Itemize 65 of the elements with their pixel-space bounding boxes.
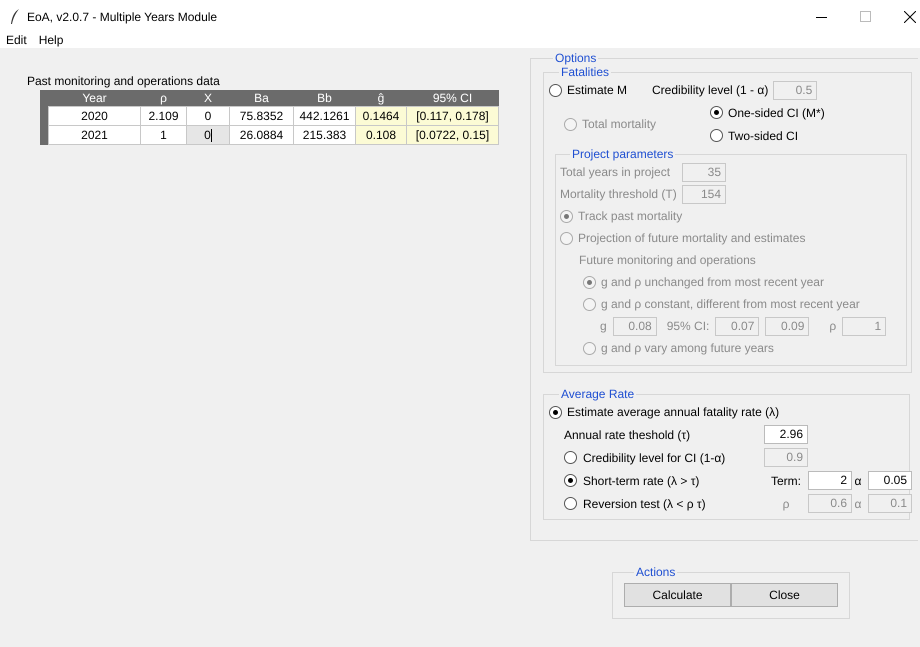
group-title: Options [554, 51, 598, 65]
option-label: Total mortality [582, 117, 656, 131]
option-label: Credibility level for CI (1-α) [583, 450, 726, 464]
table-cell[interactable]: 1 [140, 126, 186, 144]
radio-button[interactable] [564, 474, 577, 487]
input-field[interactable]: 2.96 [764, 425, 808, 444]
table-cell: [0.117, 0.178] [406, 106, 498, 126]
group-title: Average Rate [560, 387, 636, 401]
table-cell: 0.1464 [356, 106, 406, 126]
column-header: Bb [294, 90, 356, 106]
group-title: Project parameters [571, 147, 674, 161]
table-cell[interactable]: 215.383 [294, 126, 356, 144]
option-label: Track past mortality [578, 209, 682, 223]
radio-button[interactable] [564, 497, 577, 510]
menu-item[interactable]: Help [38, 33, 64, 47]
group-title: Actions [635, 565, 676, 579]
option-label: One-sided CI (M*) [728, 106, 825, 120]
field-label: Term: [770, 474, 802, 488]
radio-button[interactable] [549, 84, 562, 96]
input-field[interactable]: 2 [808, 471, 852, 490]
input-field[interactable]: 0.05 [868, 471, 912, 490]
column-header: ĝ [356, 90, 406, 106]
table-cell: [0.0722, 0.15] [406, 126, 498, 144]
table-cell[interactable]: 0 [186, 126, 230, 144]
field-label: ρ [782, 496, 790, 510]
table-cell[interactable]: 26.0884 [230, 126, 294, 144]
close-icon[interactable] [904, 10, 916, 22]
option-label: Short-term rate (λ > τ) [583, 474, 700, 488]
option-label: g and ρ unchanged from most recent year [601, 275, 824, 289]
table-cell[interactable]: 2020 [48, 106, 140, 126]
table-cell[interactable]: 442.1261 [294, 106, 356, 126]
field-label: g [600, 319, 607, 333]
option-label: Estimate average annual fatality rate (λ) [567, 405, 780, 419]
field-label: 95% CI: [666, 319, 710, 333]
field-label: α [854, 496, 862, 510]
field-label: Credibility level (1 - α) [652, 83, 768, 97]
table-cell[interactable]: 2021 [48, 126, 140, 144]
table-cell[interactable]: 0 [186, 106, 230, 126]
group-title: Fatalities [560, 65, 610, 79]
option-label: g and ρ constant, different from most recent year [601, 297, 860, 311]
field-label: Mortality threshold (T) [560, 187, 677, 201]
radio-button[interactable] [564, 451, 577, 464]
option-label: Reversion test (λ < ρ τ) [583, 496, 706, 510]
field-label: α [854, 474, 862, 488]
field-label: Annual rate theshold (τ) [564, 428, 692, 442]
feather-icon [10, 8, 20, 24]
window-title: EoA, v2.0.7 - Multiple Years Module [27, 10, 218, 24]
table-cell[interactable]: 2.109 [140, 106, 186, 126]
table-label: Past monitoring and operations data [27, 74, 221, 88]
option-label: g and ρ vary among future years [601, 341, 774, 355]
field-label: Total years in project [560, 165, 672, 179]
option-label: Projection of future mortality and estimates [578, 231, 806, 245]
radio-button[interactable] [710, 106, 723, 119]
radio-button[interactable] [710, 129, 723, 142]
radio-button[interactable] [549, 406, 562, 418]
action-button[interactable]: Calculate [624, 583, 731, 607]
menu-item[interactable]: Edit [6, 33, 27, 47]
section-label: Future monitoring and operations [579, 253, 756, 267]
table-cell: 0.108 [356, 126, 406, 144]
table-cell[interactable]: 75.8352 [230, 106, 294, 126]
field-label: ρ [829, 319, 836, 333]
option-label: Estimate M [567, 83, 628, 97]
action-button[interactable]: Close [731, 583, 838, 607]
option-label: Two-sided CI [728, 128, 798, 142]
text-cursor [210, 129, 212, 142]
